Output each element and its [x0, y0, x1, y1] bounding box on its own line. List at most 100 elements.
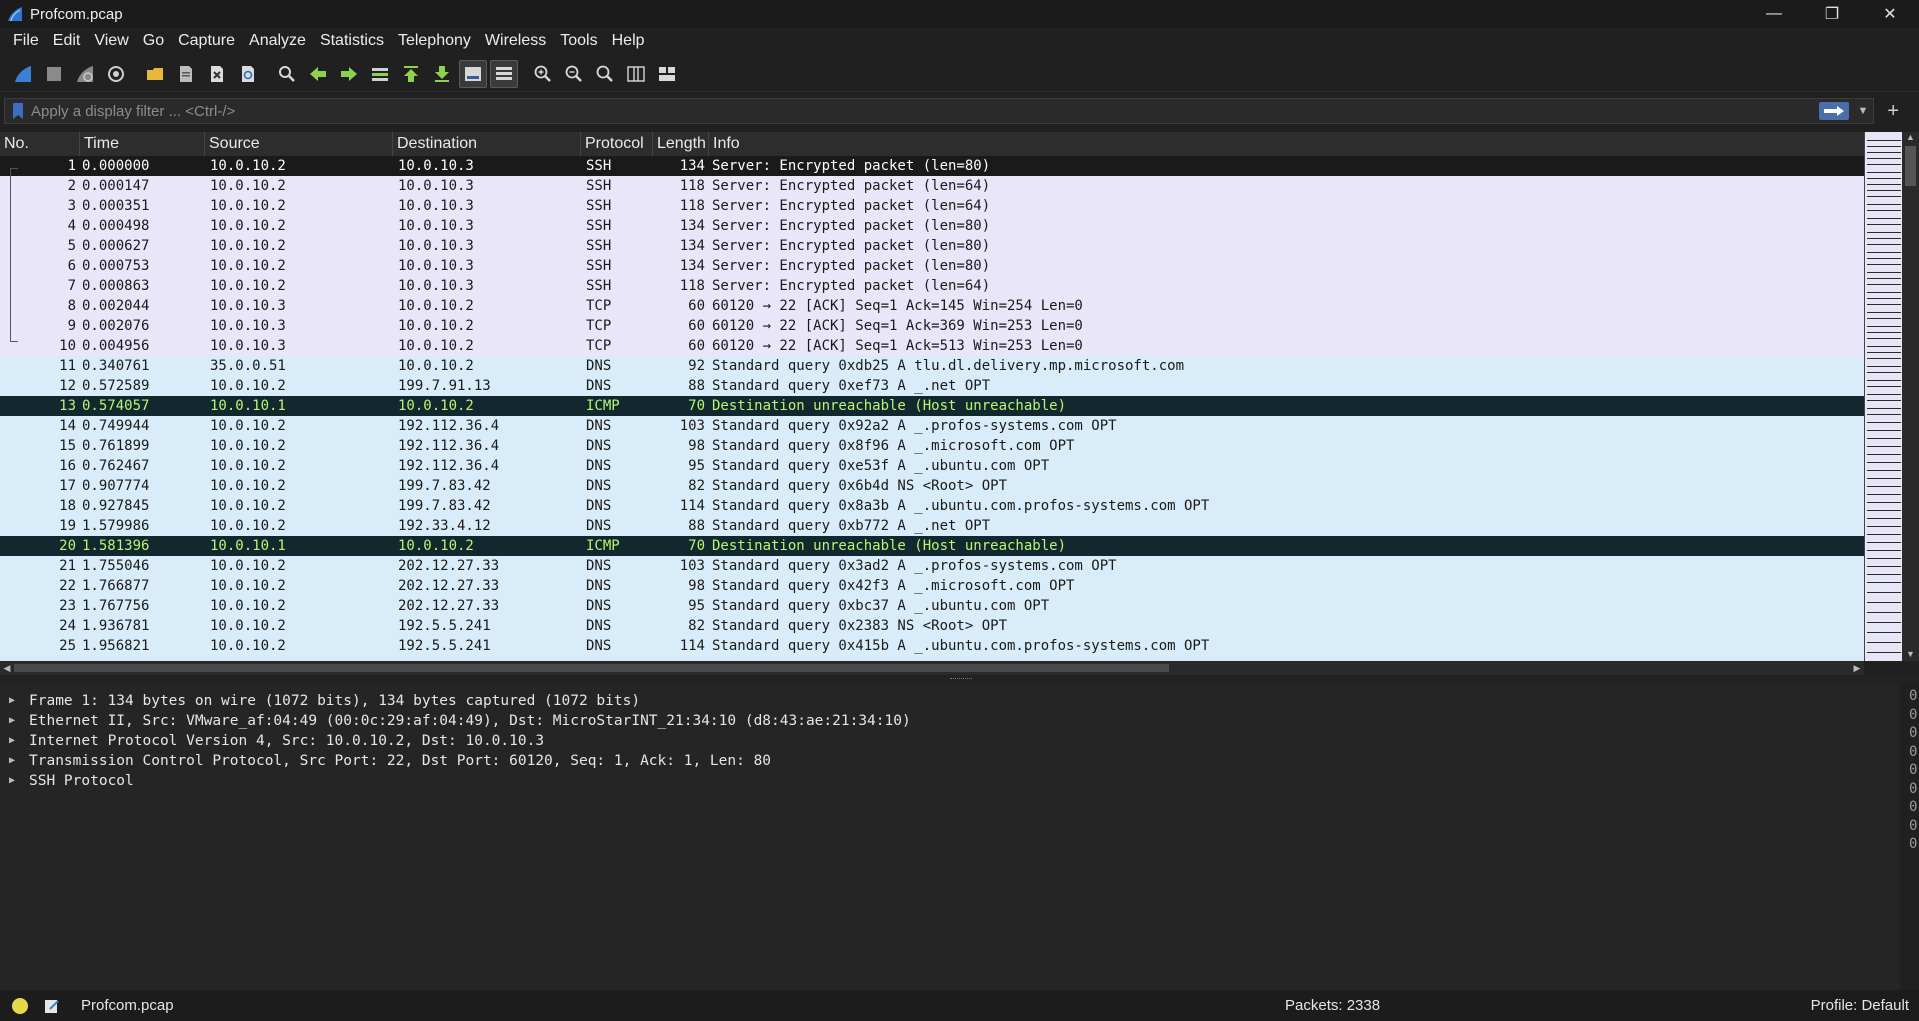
menu-telephony[interactable]: Telephony [391, 28, 478, 54]
filter-history-dropdown[interactable]: ▼ [1853, 105, 1873, 117]
detail-ethernet[interactable]: ▶ Ethernet II, Src: VMware_af:04:49 (00:0… [0, 711, 1900, 731]
packet-row[interactable]: 23 1.767756 10.0.10.2 202.12.27.33 DNS 95 Stan… [0, 596, 1864, 616]
vscroll-thumb[interactable] [1905, 146, 1916, 186]
go-first-icon[interactable] [397, 60, 425, 88]
hscroll-thumb[interactable] [14, 664, 1169, 672]
go-last-icon[interactable] [428, 60, 456, 88]
packet-row[interactable]: 9 0.002076 10.0.10.3 10.0.10.2 TCP 60 60120 → … [0, 316, 1864, 336]
resize-columns-icon[interactable] [622, 60, 650, 88]
expand-arrow-icon[interactable]: ▶ [9, 771, 21, 791]
menu-statistics[interactable]: Statistics [313, 28, 391, 54]
expand-arrow-icon[interactable]: ▶ [9, 731, 21, 751]
packet-row[interactable]: 10 0.004956 10.0.10.3 10.0.10.2 TCP 60 60120 →… [0, 336, 1864, 356]
minimap-mark [1867, 304, 1901, 305]
packet-row[interactable]: 11 0.340761 35.0.0.51 10.0.10.2 DNS 92 Standar… [0, 356, 1864, 376]
detail-tcp[interactable]: ▶ Transmission Control Protocol, Src Port… [0, 751, 1900, 771]
zoom-out-icon[interactable] [560, 60, 588, 88]
expand-arrow-icon[interactable]: ▶ [9, 751, 21, 771]
scroll-up-icon[interactable]: ▲ [1902, 132, 1919, 144]
close-button[interactable]: ✕ [1861, 0, 1919, 28]
restart-capture-icon[interactable] [71, 60, 99, 88]
packet-row[interactable]: 21 1.755046 10.0.10.2 202.12.27.33 DNS 103 Sta… [0, 556, 1864, 576]
colorize-icon[interactable] [490, 59, 518, 88]
packet-row[interactable]: 13 0.574057 10.0.10.1 10.0.10.2 ICMP 70 Destin… [0, 396, 1864, 416]
autoscroll-icon[interactable] [459, 59, 487, 88]
detail-frame[interactable]: ▶ Frame 1: 134 bytes on wire (1072 bits),… [0, 691, 1900, 711]
column-destination[interactable]: Destination [393, 132, 581, 156]
menu-help[interactable]: Help [605, 28, 652, 54]
menu-analyze[interactable]: Analyze [242, 28, 313, 54]
menu-view[interactable]: View [87, 28, 135, 54]
apply-filter-button[interactable] [1819, 102, 1849, 120]
packet-row[interactable]: 3 0.000351 10.0.10.2 10.0.10.3 SSH 118 Server:… [0, 196, 1864, 216]
stop-capture-icon[interactable] [40, 60, 68, 88]
packet-row[interactable]: 12 0.572589 10.0.10.2 199.7.91.13 DNS 88 Stand… [0, 376, 1864, 396]
save-file-icon[interactable] [172, 60, 200, 88]
go-back-icon[interactable] [304, 60, 332, 88]
packet-row[interactable]: 4 0.000498 10.0.10.2 10.0.10.3 SSH 134 Server:… [0, 216, 1864, 236]
cell-time: 0.572589 [82, 378, 150, 394]
open-file-icon[interactable] [141, 60, 169, 88]
packet-row[interactable]: 18 0.927845 10.0.10.2 199.7.83.42 DNS 114 Stan… [0, 496, 1864, 516]
close-file-icon[interactable] [203, 60, 231, 88]
zoom-normal-icon[interactable] [591, 60, 619, 88]
packet-row[interactable]: 6 0.000753 10.0.10.2 10.0.10.3 SSH 134 Server:… [0, 256, 1864, 276]
packet-row[interactable]: 24 1.936781 10.0.10.2 192.5.5.241 DNS 82 Stand… [0, 616, 1864, 636]
packet-row[interactable]: 15 0.761899 10.0.10.2 192.112.36.4 DNS 98 Stan… [0, 436, 1864, 456]
expert-info-icon[interactable] [12, 997, 28, 1014]
menu-file[interactable]: File [6, 28, 46, 54]
cell-time: 0.000863 [82, 278, 150, 294]
capture-comment-icon[interactable] [44, 998, 60, 1014]
packet-row[interactable]: 14 0.749944 10.0.10.2 192.112.36.4 DNS 103 Sta… [0, 416, 1864, 436]
packet-row[interactable]: 25 1.956821 10.0.10.2 192.5.5.241 DNS 114 Stan… [0, 636, 1864, 656]
column-length[interactable]: Length [653, 132, 709, 156]
packet-list-vscroll[interactable]: ▲ ▼ [1902, 132, 1919, 661]
packet-row[interactable]: 16 0.762467 10.0.10.2 192.112.36.4 DNS 95 Stan… [0, 456, 1864, 476]
packet-row[interactable]: 8 0.002044 10.0.10.3 10.0.10.2 TCP 60 60120 → … [0, 296, 1864, 316]
scroll-down-icon[interactable]: ▼ [1902, 649, 1919, 661]
column-source[interactable]: Source [205, 132, 393, 156]
packet-row[interactable]: 22 1.766877 10.0.10.2 202.12.27.33 DNS 98 Stan… [0, 576, 1864, 596]
go-to-packet-icon[interactable] [366, 60, 394, 88]
packet-row[interactable]: 7 0.000863 10.0.10.2 10.0.10.3 SSH 118 Server:… [0, 276, 1864, 296]
cell-time: 0.002044 [82, 298, 150, 314]
capture-options-icon[interactable] [102, 60, 130, 88]
expand-arrow-icon[interactable]: ▶ [9, 691, 21, 711]
menu-edit[interactable]: Edit [46, 28, 88, 54]
detail-ipv4[interactable]: ▶ Internet Protocol Version 4, Src: 10.0.… [0, 731, 1900, 751]
detail-ssh[interactable]: ▶ SSH Protocol [0, 771, 1900, 791]
start-capture-icon[interactable] [9, 60, 37, 88]
zoom-in-icon[interactable] [529, 60, 557, 88]
menu-capture[interactable]: Capture [171, 28, 242, 54]
layout-icon[interactable] [653, 60, 681, 88]
menu-go[interactable]: Go [136, 28, 171, 54]
packet-row[interactable]: 1 0.000000 10.0.10.2 10.0.10.3 SSH 134 Server:… [0, 156, 1864, 176]
maximize-button[interactable]: ❐ [1803, 0, 1861, 28]
column-info[interactable]: Info [709, 132, 1864, 156]
minimize-button[interactable]: — [1745, 0, 1803, 28]
packet-list[interactable]: No. Time Source Destination Protocol Len… [0, 132, 1864, 661]
scroll-left-icon[interactable]: ◀ [0, 661, 14, 675]
bookmark-icon[interactable] [11, 102, 25, 120]
find-packet-icon[interactable] [273, 60, 301, 88]
pane-splitter[interactable] [0, 675, 1919, 683]
packet-row[interactable]: 5 0.000627 10.0.10.2 10.0.10.3 SSH 134 Server:… [0, 236, 1864, 256]
column-no[interactable]: No. [0, 132, 80, 156]
scroll-right-icon[interactable]: ▶ [1850, 661, 1864, 675]
packet-minimap[interactable] [1864, 132, 1902, 661]
packet-list-hscroll[interactable]: ◀ ▶ [0, 661, 1864, 675]
go-forward-icon[interactable] [335, 60, 363, 88]
column-protocol[interactable]: Protocol [581, 132, 653, 156]
packet-row[interactable]: 19 1.579986 10.0.10.2 192.33.4.12 DNS 88 Stand… [0, 516, 1864, 536]
add-filter-button[interactable]: + [1887, 98, 1899, 124]
menu-wireless[interactable]: Wireless [478, 28, 553, 54]
packet-row[interactable]: 20 1.581396 10.0.10.1 10.0.10.2 ICMP 70 Destin… [0, 536, 1864, 556]
display-filter-input[interactable] [31, 102, 1819, 120]
packet-row[interactable]: 2 0.000147 10.0.10.2 10.0.10.3 SSH 118 Server:… [0, 176, 1864, 196]
menu-tools[interactable]: Tools [553, 28, 604, 54]
status-profile[interactable]: Profile: Default [1811, 997, 1909, 1014]
packet-row[interactable]: 17 0.907774 10.0.10.2 199.7.83.42 DNS 82 Stand… [0, 476, 1864, 496]
reload-file-icon[interactable] [234, 60, 262, 88]
column-time[interactable]: Time [80, 132, 205, 156]
expand-arrow-icon[interactable]: ▶ [9, 711, 21, 731]
